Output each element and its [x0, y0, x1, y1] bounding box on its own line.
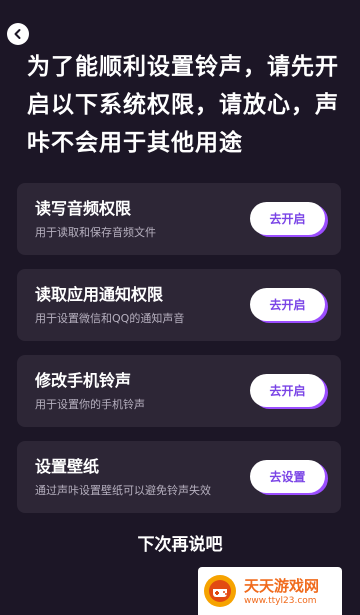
- enable-ringtone-permission-button[interactable]: 去开启: [250, 374, 325, 407]
- permission-card-notification: 读取应用通知权限 用于设置微信和QQ的通知声音 去开启: [17, 269, 341, 341]
- back-button[interactable]: [7, 23, 29, 45]
- permission-description: 通过声咔设置壁纸可以避免铃声失效: [35, 484, 211, 497]
- watermark-text: 天天游戏网: [244, 577, 320, 595]
- maybe-later-link[interactable]: 下次再说吧: [0, 530, 360, 555]
- permission-card-ringtone: 修改手机铃声 用于设置你的手机铃声 去开启: [17, 355, 341, 427]
- permission-title: 读写音频权限: [35, 199, 132, 218]
- game-logo-icon: [202, 573, 238, 609]
- permission-title: 修改手机铃声: [35, 371, 132, 390]
- permission-title: 读取应用通知权限: [35, 285, 164, 304]
- page-headline: 为了能顺利设置铃声，请先开启以下系统权限，请放心，声咔不会用于其他用途: [27, 54, 339, 156]
- set-wallpaper-button[interactable]: 去设置: [250, 460, 325, 493]
- permission-description: 用于设置微信和QQ的通知声音: [35, 312, 185, 325]
- permission-card-audio: 读写音频权限 用于读取和保存音频文件 去开启: [17, 183, 341, 255]
- permission-description: 用于读取和保存音频文件: [35, 226, 156, 239]
- permission-title: 设置壁纸: [35, 457, 100, 476]
- permission-description: 用于设置你的手机铃声: [35, 398, 145, 411]
- watermark-url: www.ttyl23.com: [244, 596, 317, 606]
- permission-card-wallpaper: 设置壁纸 通过声咔设置壁纸可以避免铃声失效 去设置: [17, 441, 341, 513]
- enable-audio-permission-button[interactable]: 去开启: [250, 202, 325, 235]
- enable-notification-permission-button[interactable]: 去开启: [250, 288, 325, 321]
- chevron-left-icon: [12, 28, 24, 40]
- watermark: 天天游戏网 www.ttyl23.com: [198, 567, 342, 615]
